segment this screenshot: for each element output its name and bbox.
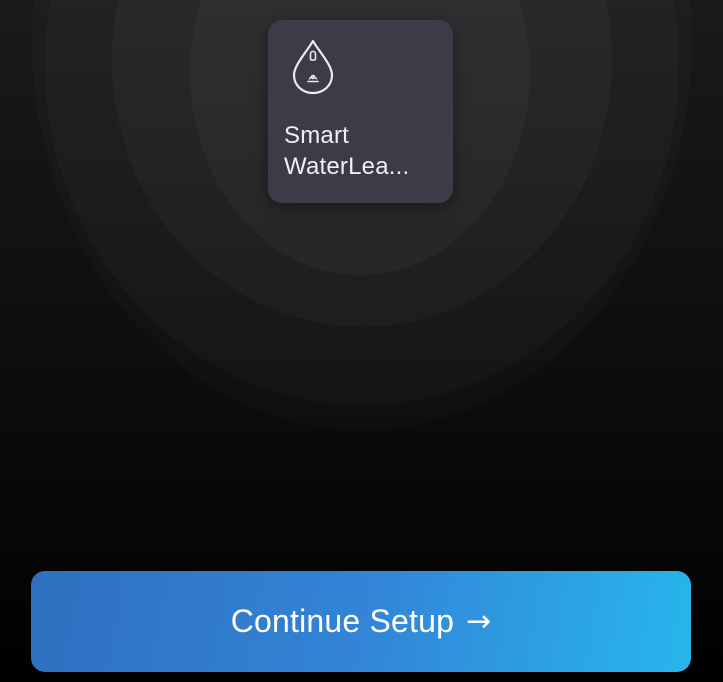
arrow-right-icon: → <box>466 603 492 639</box>
device-name: Smart WaterLea... <box>284 120 444 182</box>
continue-setup-label: Continue Setup <box>230 603 455 639</box>
device-name-line2: WaterLea... <box>284 153 410 180</box>
device-discovery-screen: Smart WaterLea... Continue Setup → <box>0 0 723 682</box>
water-drop-icon <box>292 39 334 95</box>
continue-setup-button[interactable]: Continue Setup → <box>31 571 691 672</box>
device-name-line1: Smart <box>284 122 350 149</box>
device-card-smart-water-leak[interactable]: Smart WaterLea... <box>268 20 453 203</box>
